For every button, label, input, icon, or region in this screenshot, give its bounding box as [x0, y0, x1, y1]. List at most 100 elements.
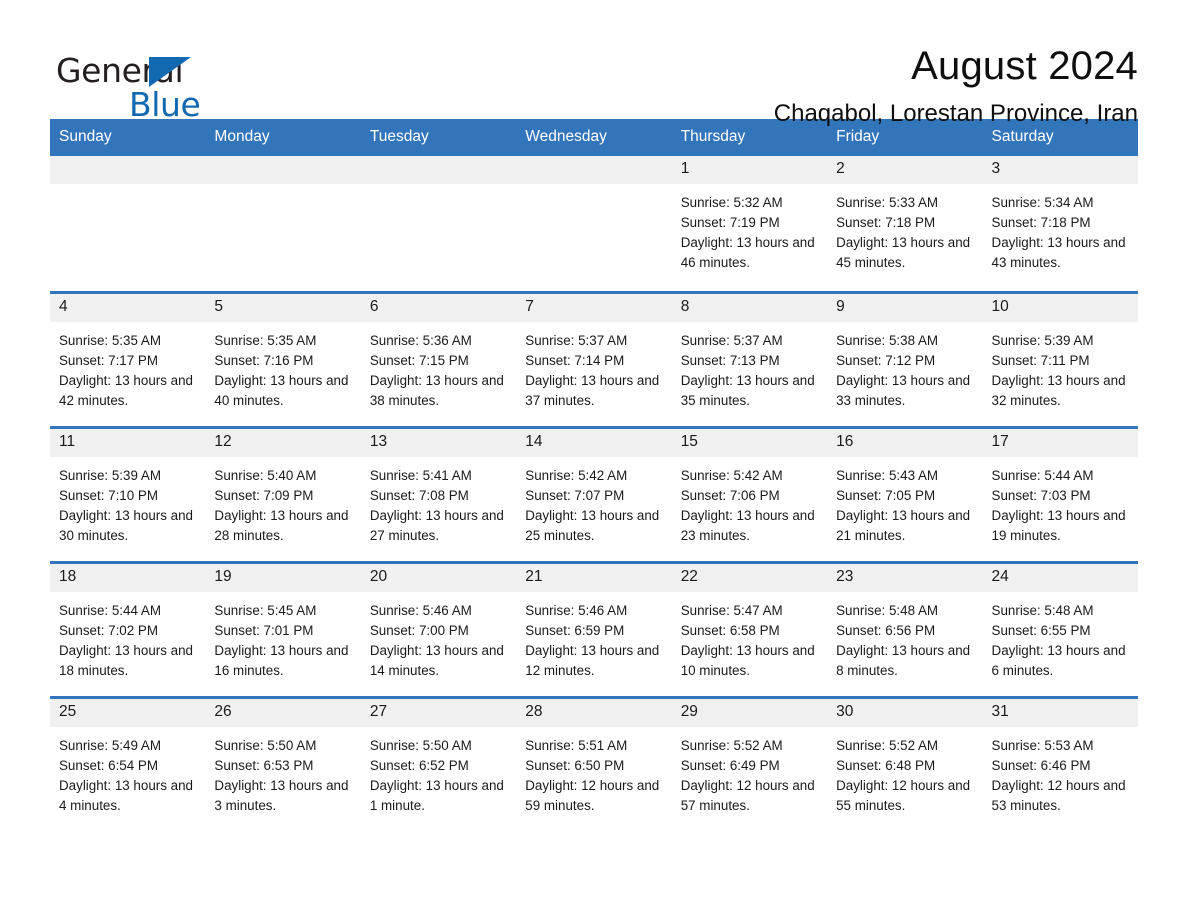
day-details: Sunrise: 5:39 AM Sunset: 7:11 PM Daylight:… [983, 322, 1138, 411]
day-cell[interactable]: 24 Sunrise: 5:48 AM Sunset: 6:55 PM Dayligh… [982, 563, 1138, 696]
day-number: 8 [680, 297, 690, 315]
weekday-header-tuesday: Tuesday [369, 128, 429, 145]
day-cell[interactable]: 10 Sunrise: 5:39 AM Sunset: 7:11 PM Dayligh… [982, 293, 1138, 426]
day-number: 26 [214, 702, 232, 720]
day-cell[interactable]: 21 Sunrise: 5:46 AM Sunset: 6:59 PM Dayligh… [516, 563, 672, 696]
day-details: Sunrise: 5:41 AM Sunset: 7:08 PM Daylight:… [361, 457, 516, 546]
sunset-text: Sunset: 6:48 PM [836, 757, 936, 773]
day-cell[interactable]: 30 Sunrise: 5:52 AM Sunset: 6:48 PM Dayligh… [827, 698, 983, 831]
sunrise-text: Sunrise: 5:35 AM [214, 332, 317, 348]
day-number-band: 10 [982, 293, 1138, 322]
day-number: 4 [59, 297, 68, 315]
day-details: Sunrise: 5:32 AM Sunset: 7:19 PM Daylight:… [672, 184, 827, 273]
sunrise-text: Sunrise: 5:39 AM [991, 332, 1094, 348]
day-details: Sunrise: 5:47 AM Sunset: 6:58 PM Daylight:… [672, 592, 827, 681]
day-details: Sunrise: 5:44 AM Sunset: 7:02 PM Daylight:… [50, 592, 205, 681]
day-cell[interactable]: 16 Sunrise: 5:43 AM Sunset: 7:05 PM Dayligh… [827, 428, 983, 561]
day-number: 3 [991, 159, 1001, 177]
sunrise-text: Sunrise: 5:37 AM [525, 332, 628, 348]
sunrise-text: Sunrise: 5:48 AM [991, 602, 1094, 618]
daylight-text: Daylight: 13 hours and 40 minutes. [214, 372, 349, 408]
day-number-band: 19 [205, 563, 361, 592]
day-cell-empty [50, 155, 206, 291]
logo-triangle-icon [149, 57, 191, 87]
day-number-band: 11 [50, 428, 206, 457]
day-cell[interactable]: 14 Sunrise: 5:42 AM Sunset: 7:07 PM Dayligh… [516, 428, 672, 561]
sunset-text: Sunset: 7:16 PM [214, 352, 314, 368]
logo-text-blue: Blue [129, 85, 201, 124]
day-cell[interactable]: 1 Sunrise: 5:32 AM Sunset: 7:19 PM Daylight… [671, 155, 828, 291]
day-number: 20 [369, 567, 388, 585]
day-details: Sunrise: 5:51 AM Sunset: 6:50 PM Daylight:… [516, 727, 671, 816]
day-cell[interactable]: 9 Sunrise: 5:38 AM Sunset: 7:12 PM Daylight… [827, 293, 983, 426]
day-cell[interactable]: 13 Sunrise: 5:41 AM Sunset: 7:08 PM Dayligh… [360, 428, 517, 561]
day-cell[interactable]: 7 Sunrise: 5:37 AM Sunset: 7:14 PM Daylight… [516, 293, 672, 426]
day-cell[interactable]: 6 Sunrise: 5:36 AM Sunset: 7:15 PM Daylight… [360, 293, 517, 426]
sunset-text: Sunset: 6:46 PM [991, 757, 1091, 773]
sunset-text: Sunset: 6:54 PM [59, 757, 158, 773]
sunrise-text: Sunrise: 5:41 AM [369, 467, 472, 483]
sunrise-text: Sunrise: 5:52 AM [836, 737, 939, 753]
day-cell[interactable]: 27 Sunrise: 5:50 AM Sunset: 6:52 PM Dayligh… [360, 698, 517, 831]
sunrise-text: Sunrise: 5:43 AM [836, 467, 939, 483]
day-details: Sunrise: 5:37 AM Sunset: 7:14 PM Daylight:… [516, 322, 671, 411]
day-details: Sunrise: 5:49 AM Sunset: 6:54 PM Daylight:… [50, 727, 205, 816]
sunrise-text: Sunrise: 5:35 AM [59, 332, 161, 348]
day-cell[interactable]: 19 Sunrise: 5:45 AM Sunset: 7:01 PM Dayligh… [205, 563, 361, 696]
weekday-header-thursday: Thursday [680, 128, 746, 145]
sunset-text: Sunset: 6:55 PM [991, 622, 1091, 638]
daylight-text: Daylight: 12 hours and 59 minutes. [525, 777, 660, 813]
day-cell[interactable]: 29 Sunrise: 5:52 AM Sunset: 6:49 PM Dayligh… [671, 698, 828, 831]
sunset-text: Sunset: 6:50 PM [525, 757, 625, 773]
day-details: Sunrise: 5:48 AM Sunset: 6:56 PM Daylight:… [827, 592, 982, 681]
day-cell[interactable]: 8 Sunrise: 5:37 AM Sunset: 7:13 PM Daylight… [671, 293, 828, 426]
calendar-week-row: 18 Sunrise: 5:44 AM Sunset: 7:02 PM Dayligh… [50, 560, 1138, 696]
day-cell-empty [205, 155, 361, 291]
day-details: Sunrise: 5:52 AM Sunset: 6:48 PM Daylight:… [827, 727, 982, 816]
day-cell[interactable]: 26 Sunrise: 5:50 AM Sunset: 6:53 PM Dayligh… [205, 698, 361, 831]
daylight-text: Daylight: 13 hours and 19 minutes. [991, 507, 1126, 543]
day-number: 22 [680, 567, 698, 585]
day-number: 6 [369, 297, 379, 315]
day-number: 31 [991, 702, 1009, 720]
day-cell[interactable]: 12 Sunrise: 5:40 AM Sunset: 7:09 PM Dayligh… [205, 428, 361, 561]
day-number-band: 29 [671, 698, 828, 727]
day-number: 18 [59, 567, 77, 585]
day-cell[interactable]: 22 Sunrise: 5:47 AM Sunset: 6:58 PM Dayligh… [671, 563, 828, 696]
day-number-band: 2 [827, 155, 983, 184]
page-title: August 2024 [911, 44, 1138, 88]
day-cell-empty [360, 155, 517, 291]
calendar-page: General Blue August 2024 Chaqabol, Lores… [0, 0, 1188, 918]
sunrise-text: Sunrise: 5:51 AM [525, 737, 628, 753]
day-number-band: 30 [827, 698, 983, 727]
day-cell[interactable]: 4 Sunrise: 5:35 AM Sunset: 7:17 PM Daylight… [50, 293, 206, 426]
day-cell[interactable]: 3 Sunrise: 5:34 AM Sunset: 7:18 PM Daylight… [982, 155, 1138, 291]
daylight-text: Daylight: 13 hours and 30 minutes. [59, 507, 193, 543]
sunrise-text: Sunrise: 5:36 AM [369, 332, 472, 348]
day-details: Sunrise: 5:50 AM Sunset: 6:53 PM Daylight:… [205, 727, 360, 816]
day-cell[interactable]: 23 Sunrise: 5:48 AM Sunset: 6:56 PM Dayligh… [827, 563, 983, 696]
day-cell[interactable]: 31 Sunrise: 5:53 AM Sunset: 6:46 PM Dayligh… [982, 698, 1138, 831]
sunset-text: Sunset: 7:03 PM [991, 487, 1091, 503]
day-cell[interactable]: 25 Sunrise: 5:49 AM Sunset: 6:54 PM Dayligh… [50, 698, 206, 831]
day-cell[interactable]: 28 Sunrise: 5:51 AM Sunset: 6:50 PM Dayligh… [516, 698, 672, 831]
sunrise-text: Sunrise: 5:38 AM [836, 332, 939, 348]
day-number-band: 18 [50, 563, 206, 592]
sunset-text: Sunset: 7:18 PM [991, 214, 1091, 230]
sunrise-text: Sunrise: 5:42 AM [525, 467, 628, 483]
sunset-text: Sunset: 7:02 PM [59, 622, 158, 638]
sunset-text: Sunset: 7:08 PM [369, 487, 469, 503]
day-number-band: 13 [360, 428, 517, 457]
day-cell[interactable]: 11 Sunrise: 5:39 AM Sunset: 7:10 PM Dayligh… [50, 428, 206, 561]
day-number: 21 [525, 567, 543, 585]
day-cell[interactable]: 15 Sunrise: 5:42 AM Sunset: 7:06 PM Dayligh… [671, 428, 828, 561]
day-cell[interactable]: 2 Sunrise: 5:33 AM Sunset: 7:18 PM Daylight… [827, 155, 983, 291]
day-cell[interactable]: 18 Sunrise: 5:44 AM Sunset: 7:02 PM Dayligh… [50, 563, 206, 696]
day-cell[interactable]: 5 Sunrise: 5:35 AM Sunset: 7:16 PM Daylight… [205, 293, 361, 426]
day-number: 10 [991, 297, 1009, 315]
sunset-text: Sunset: 7:10 PM [59, 487, 158, 503]
day-cell[interactable]: 17 Sunrise: 5:44 AM Sunset: 7:03 PM Dayligh… [982, 428, 1138, 561]
day-details: Sunrise: 5:44 AM Sunset: 7:03 PM Daylight:… [983, 457, 1138, 546]
calendar-table: Sunday Monday Tuesday Wednesday Thursday Frid… [50, 119, 1138, 831]
day-cell[interactable]: 20 Sunrise: 5:46 AM Sunset: 7:00 PM Dayligh… [360, 563, 517, 696]
